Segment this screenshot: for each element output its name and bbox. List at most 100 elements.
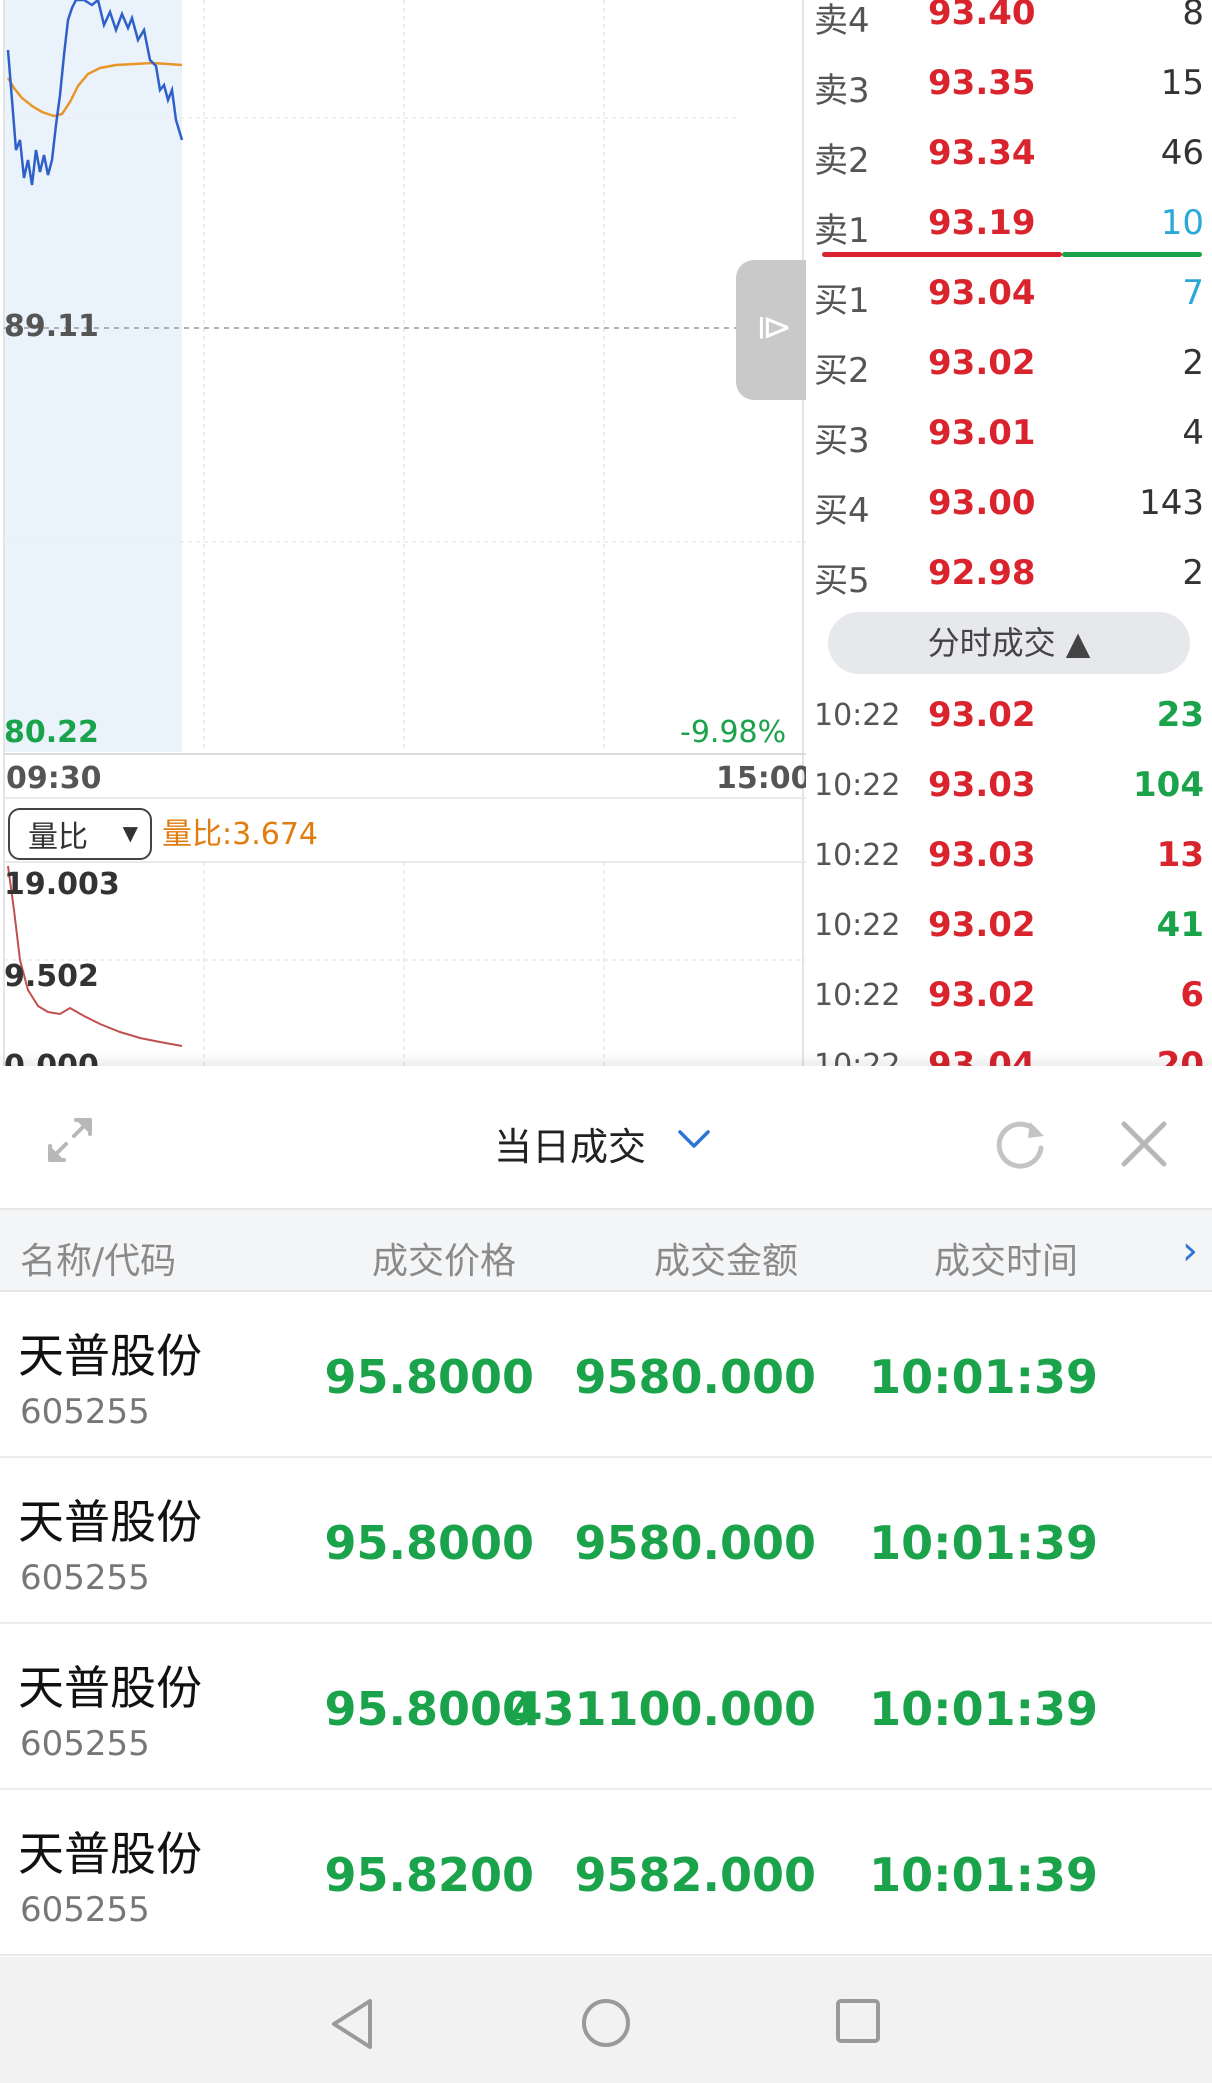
bid-row[interactable]: 买4 93.00 143 xyxy=(806,468,1212,538)
bid-volume: 7 xyxy=(1182,273,1204,313)
bid-volume: 2 xyxy=(1182,553,1204,593)
table-row[interactable]: 天普股份 605255 95.8200 9582.000 10:01:39 xyxy=(0,1790,1212,1956)
tick-time: 10:22 xyxy=(814,1048,901,1066)
bid-label: 买3 xyxy=(814,421,870,461)
time-end-label: 15:00 xyxy=(716,761,812,796)
refresh-icon[interactable] xyxy=(992,1116,1048,1172)
volume-indicator-select[interactable]: 量比 ▼ xyxy=(8,808,152,860)
close-icon[interactable] xyxy=(1118,1118,1170,1170)
trade-amount: 431100.000 xyxy=(510,1682,816,1736)
bid-row[interactable]: 买5 92.98 2 xyxy=(806,538,1212,608)
bid-volume: 2 xyxy=(1182,343,1204,383)
tick-price: 93.02 xyxy=(928,695,1036,735)
stock-name: 天普股份 xyxy=(18,1827,202,1881)
expand-icon[interactable] xyxy=(44,1114,96,1166)
low-pct-label: -9.98% xyxy=(680,715,787,750)
ask-label: 卖3 xyxy=(814,71,870,111)
tick-volume: 6 xyxy=(1180,975,1204,1015)
chart-canvas xyxy=(3,0,806,1066)
sheet-title[interactable]: 当日成交 xyxy=(494,1116,646,1171)
tick-time: 10:22 xyxy=(814,768,901,803)
ask-volume: 10 xyxy=(1160,203,1204,243)
ask-row[interactable]: 卖4 93.40 8 xyxy=(806,0,1212,48)
table-header: 名称/代码 成交价格 成交金额 成交时间 › xyxy=(0,1208,1212,1292)
chevron-down-icon[interactable] xyxy=(676,1128,712,1152)
stock-name: 天普股份 xyxy=(18,1661,202,1715)
time-start-label: 09:30 xyxy=(6,761,102,796)
trade-price: 95.8000 xyxy=(324,1350,534,1404)
stock-code: 605255 xyxy=(20,1724,150,1764)
tick-row: 10:22 93.02 23 xyxy=(806,680,1212,750)
ask-price: 93.34 xyxy=(928,133,1036,173)
trade-time: 10:01:39 xyxy=(869,1516,1098,1570)
bid-ask-ratio-bar xyxy=(822,252,1202,257)
col-header-amount[interactable]: 成交金额 xyxy=(654,1232,798,1284)
bid-price: 93.04 xyxy=(928,273,1036,313)
ask-price: 93.19 xyxy=(928,203,1036,243)
tick-row: 10:22 93.02 41 xyxy=(806,890,1212,960)
collapse-order-book-handle[interactable]: ⧐ xyxy=(736,260,806,400)
trade-price: 95.8200 xyxy=(324,1848,534,1902)
stock-code: 605255 xyxy=(20,1558,150,1598)
table-row[interactable]: 天普股份 605255 95.8000 431100.000 10:01:39 xyxy=(0,1624,1212,1790)
stock-name: 天普股份 xyxy=(18,1495,202,1549)
bid-row[interactable]: 买1 93.04 7 xyxy=(806,258,1212,328)
ask-row[interactable]: 卖2 93.34 46 xyxy=(806,118,1212,188)
square-recent-icon[interactable] xyxy=(834,1997,882,2045)
col-header-name[interactable]: 名称/代码 xyxy=(20,1232,176,1284)
tick-time: 10:22 xyxy=(814,698,901,733)
trade-price: 95.8000 xyxy=(324,1516,534,1570)
tick-row: 10:22 93.02 6 xyxy=(806,960,1212,1030)
chart-shade xyxy=(4,0,182,752)
select-caret-icon: ▼ xyxy=(122,821,138,845)
tick-volume: 104 xyxy=(1133,765,1204,805)
stock-code: 605255 xyxy=(20,1890,150,1930)
tick-row: 10:22 93.04 20 xyxy=(806,1030,1212,1066)
table-row[interactable]: 天普股份 605255 95.8000 9580.000 10:01:39 xyxy=(0,1458,1212,1624)
tick-time: 10:22 xyxy=(814,978,901,1013)
tick-volume: 13 xyxy=(1156,835,1204,875)
ratio-bar-ask xyxy=(822,252,1062,257)
ask-row[interactable]: 卖3 93.35 15 xyxy=(806,48,1212,118)
ref-price-label: 89.11 xyxy=(4,309,99,344)
ticks-toggle-button[interactable]: 分时成交 ▲ xyxy=(828,612,1190,674)
trade-time: 10:01:39 xyxy=(869,1848,1098,1902)
tick-row: 10:22 93.03 13 xyxy=(806,820,1212,890)
table-row[interactable]: 天普股份 605255 95.8000 9580.000 10:01:39 xyxy=(0,1292,1212,1458)
vol-ratio-readout: 量比:3.674 xyxy=(162,817,318,852)
tick-time: 10:22 xyxy=(814,908,901,943)
chevron-right-icon[interactable]: › xyxy=(1182,1228,1198,1274)
bid-row[interactable]: 买3 93.01 4 xyxy=(806,398,1212,468)
ask-volume: 8 xyxy=(1182,0,1204,33)
trade-amount: 9580.000 xyxy=(574,1350,816,1404)
tick-volume: 41 xyxy=(1156,905,1204,945)
vol-axis-top: 19.003 xyxy=(4,867,120,902)
triangle-back-icon[interactable] xyxy=(328,1997,376,2051)
ask-row[interactable]: 卖1 93.19 10 xyxy=(806,188,1212,258)
ask-label: 卖4 xyxy=(814,1,870,41)
order-book: 卖4 93.40 8 卖3 93.35 15 卖2 93.34 46 卖1 93… xyxy=(806,0,1212,1066)
bid-label: 买5 xyxy=(814,561,870,601)
intraday-chart[interactable]: 89.11 80.22 -9.98% 09:30 15:00 量比 ▼ 量比:3… xyxy=(0,0,812,1082)
tick-price: 93.02 xyxy=(928,975,1036,1015)
bid-price: 93.01 xyxy=(928,413,1036,453)
low-price-label: 80.22 xyxy=(4,715,99,750)
bid-price: 93.00 xyxy=(928,483,1036,523)
col-header-time[interactable]: 成交时间 xyxy=(934,1232,1078,1284)
tick-price: 93.03 xyxy=(928,765,1036,805)
col-header-price[interactable]: 成交价格 xyxy=(372,1232,516,1284)
bid-volume: 4 xyxy=(1182,413,1204,453)
trade-price: 95.8000 xyxy=(324,1682,534,1736)
tick-row: 10:22 93.03 104 xyxy=(806,750,1212,820)
ask-price: 93.35 xyxy=(928,63,1036,103)
bid-volume: 143 xyxy=(1139,483,1204,523)
stock-name: 天普股份 xyxy=(18,1329,202,1383)
bid-row[interactable]: 买2 93.02 2 xyxy=(806,328,1212,398)
daily-trades-sheet: 当日成交 名称/代码 成交价格 成交金额 成交时间 › 天普股份 605255 … xyxy=(0,1066,1212,1957)
ask-volume: 15 xyxy=(1160,63,1204,103)
ratio-bar-bid xyxy=(1062,252,1202,257)
stock-code: 605255 xyxy=(20,1392,150,1432)
circle-home-icon[interactable] xyxy=(580,1997,632,2049)
volume-indicator-value: 量比 xyxy=(28,820,88,855)
sheet-header: 当日成交 xyxy=(0,1066,1212,1208)
